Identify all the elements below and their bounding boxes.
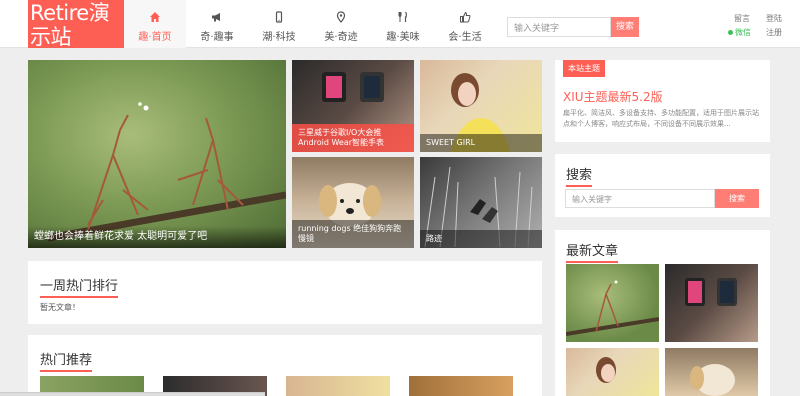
phone-icon [248,11,310,23]
tile-caption: running dogs 绝佳狗狗奔跑慢镜 [292,220,414,248]
nav-label: 潮·科技 [262,32,296,43]
nav-label: 会·生活 [448,32,482,43]
latest-thumb[interactable] [665,348,758,396]
login-link[interactable]: 登陆 [766,13,782,24]
header-search-input[interactable]: 输入关键字 [507,17,611,37]
weixin-label: 微信 [735,28,751,37]
site-topic-panel: 本站主题 XIU主题最新5.2版 扁平化、简洁风、多设备支持、多功能配置，适用于… [555,60,770,142]
nav-food[interactable]: 趣·美味 [372,0,434,48]
header-search-button[interactable]: 搜索 [611,17,639,37]
home-icon [124,11,186,23]
nav-life[interactable]: 会·生活 [434,0,496,48]
online-dot-icon [728,30,733,35]
weekly-hot-panel: 一周热门排行 暂无文章！ [28,261,542,324]
latest-thumb[interactable] [566,264,659,342]
latest-thumb[interactable] [665,264,758,342]
site-logo[interactable]: Retire演示站 [28,0,124,49]
megaphone-icon [186,11,248,23]
weixin-link[interactable]: 微信 [728,27,751,38]
mantis-thumb-image [566,280,659,336]
register-link[interactable]: 注册 [766,27,782,38]
site-topic-title[interactable]: XIU主题最新5.2版 [563,88,663,105]
nav-tech[interactable]: 潮·科技 [248,0,310,48]
featured-tile-dog[interactable]: running dogs 绝佳狗狗奔跑慢镜 [292,157,414,248]
title-underline [566,185,593,187]
latest-posts-title-text: 最新文章 [566,244,619,259]
tile-caption: 三星威于谷歌I/O大会推Android Wear智能手表 [292,124,414,152]
top-header: Retire演示站 趣·首页 奇·趣事 潮·科技 美·奇迹 趣·美味 会·生活 … [0,0,800,49]
title-underline [40,296,119,298]
title-underline [40,370,93,372]
girl-thumb-image [596,357,616,383]
nav-label: 趣·美味 [386,32,420,43]
nav-home[interactable]: 趣·首页 [124,0,186,48]
featured-tile-girl[interactable]: SWEET GIRL [420,60,542,152]
recommend-thumb[interactable] [409,376,513,396]
sidebar-search-button[interactable]: 搜索 [715,189,759,208]
tile-caption: 路迹 [420,230,542,248]
hot-recommend-panel: 热门推荐 [28,335,542,396]
location-pin-icon [310,11,372,23]
recommend-thumb[interactable] [286,376,390,396]
featured-big-caption: 螳螂也会捧着鲜花求爱 太聪明可爱了吧 [28,226,286,248]
sidebar-search-input[interactable]: 输入关键字 [565,189,715,208]
latest-posts-panel: 最新文章 [555,230,770,396]
nav-label: 趣·首页 [138,32,172,43]
latest-posts-title: 最新文章 [566,240,619,263]
browser-status-strip [0,392,265,396]
featured-tile-watch[interactable]: 三星威于谷歌I/O大会推Android Wear智能手表 [292,60,414,152]
nav-stories[interactable]: 奇·趣事 [186,0,248,48]
sidebar-search-title: 搜索 [566,164,593,187]
message-link[interactable]: 留言 [734,13,750,24]
nav-label: 奇·趣事 [200,32,234,43]
hot-recommend-title: 热门推荐 [40,349,93,372]
weekly-hot-empty: 暂无文章！ [40,303,80,312]
featured-tile-path[interactable]: 路迹 [420,157,542,248]
featured-big-tile[interactable]: 螳螂也会捧着鲜花求爱 太聪明可爱了吧 [28,60,286,248]
sidebar-search-title-text: 搜索 [566,168,593,183]
tile-caption: SWEET GIRL [420,134,542,152]
site-topic-desc: 扁平化、简洁风、多设备支持、多功能配置，适用于图片展示站点和个人博客，响应式布局… [563,109,759,128]
thumbs-up-icon [434,11,496,23]
fork-knife-icon [372,11,434,23]
latest-thumb[interactable] [566,348,659,396]
dog-thumb-image [690,364,735,396]
hot-recommend-title-text: 热门推荐 [40,353,93,368]
sidebar-search-panel: 搜索 输入关键字 搜索 [555,154,770,217]
weekly-hot-title: 一周热门排行 [40,275,119,298]
watch-thumb-image [685,278,737,306]
title-underline [566,261,619,263]
site-topic-badge: 本站主题 [563,60,605,77]
mantis-image [47,102,286,242]
nav-beauty[interactable]: 美·奇迹 [310,0,372,48]
weekly-hot-title-text: 一周热门排行 [40,279,119,294]
nav-label: 美·奇迹 [324,32,358,43]
